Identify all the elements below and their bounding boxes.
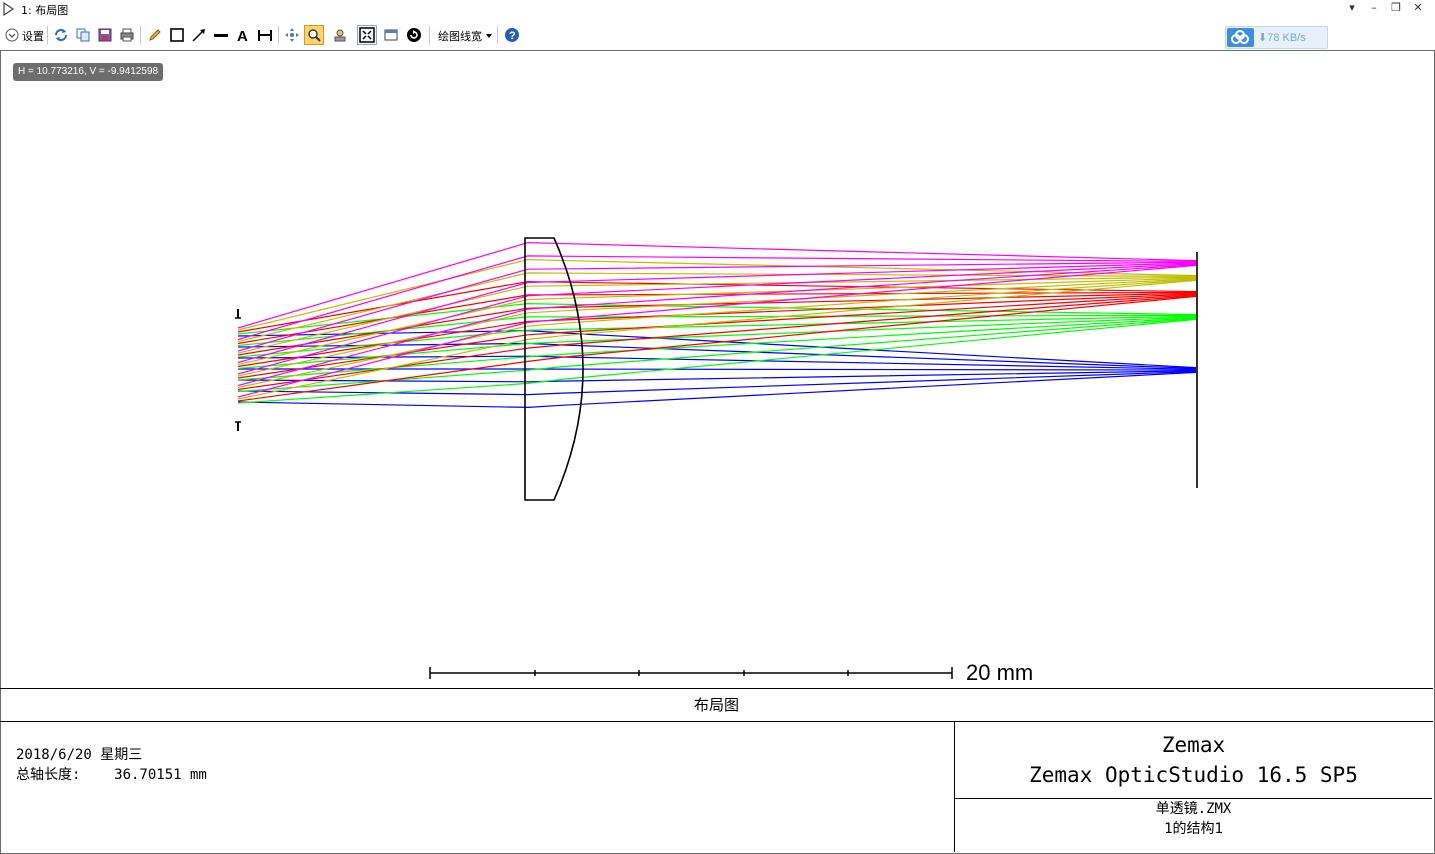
info-panel: 布局图 2018/6/20 星期三总轴长度: 36.70151 mm Zemax… (0, 688, 1433, 853)
ray-green (237, 318, 1197, 393)
date-line: 2018/6/20 星期三 (16, 747, 143, 763)
ray-magenta (237, 255, 1197, 341)
ray-bundle (237, 241, 1197, 409)
ray-blue (237, 371, 1197, 396)
file-name: 单透镜.ZMX (1155, 801, 1232, 817)
product-name: Zemax OpticStudio 16.5 SP5 (1029, 763, 1358, 787)
scale-label: 20 mm (966, 660, 1034, 685)
cursor-coordinates: H = 10.773216, V = -9.9412598 (13, 63, 164, 81)
ray-blue (237, 371, 1197, 409)
plot-caption: 布局图 (0, 689, 1433, 722)
company-name: Zemax (1161, 733, 1226, 757)
right-info: Zemax Zemax OpticStudio 16.5 SP5 单透镜.ZMX… (954, 721, 1432, 852)
left-info: 2018/6/20 星期三总轴长度: 36.70151 mm (16, 745, 207, 785)
axis-length-line: 总轴长度: 36.70151 mm (16, 767, 207, 783)
config-name: 1的结构1 (1164, 821, 1223, 837)
scale-bar (429, 667, 953, 679)
ray-yellow (237, 277, 1197, 366)
ray-green (237, 317, 1197, 381)
